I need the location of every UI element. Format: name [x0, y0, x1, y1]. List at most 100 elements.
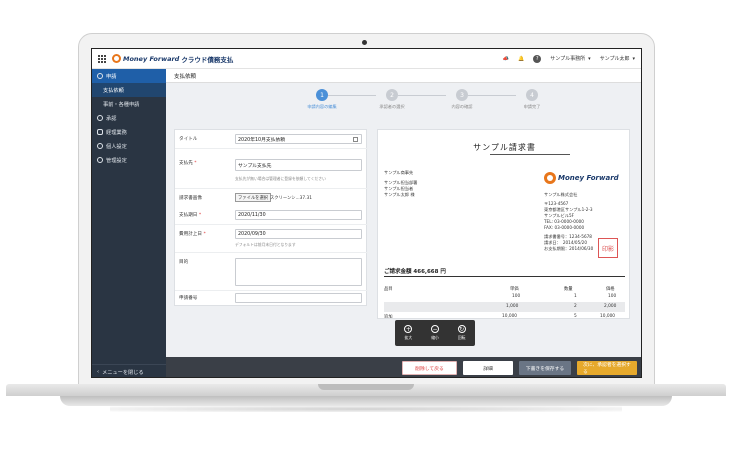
- request-form: タイトル 2020年10月支払依頼 支払先 * サンプル支払先 支払先が無い場合…: [174, 129, 368, 306]
- seal-stamp: 印影: [598, 238, 618, 258]
- zoom-out-label: 縮小: [431, 335, 439, 340]
- step-label: 承認者の選択: [379, 104, 405, 109]
- request-number-label: 申請番号: [179, 296, 198, 301]
- logo-mark-icon: [112, 54, 121, 63]
- invoice-due: お支払期限：2014/06/30: [544, 246, 594, 251]
- sidebar-item-label: 経理業務: [106, 129, 127, 136]
- payee-select[interactable]: サンプル支払先: [235, 159, 362, 171]
- check-circle-icon: [97, 115, 103, 121]
- chevron-down-icon: ▾: [588, 55, 591, 62]
- divider: [175, 224, 368, 225]
- sidebar-item-approval[interactable]: 承認: [92, 111, 166, 125]
- invoice-preview[interactable]: サンプル請求書 サンプル商事先 サンプル担当部署 サンプル担当者 サンプル太郎 …: [377, 129, 630, 319]
- app-grid-icon[interactable]: [98, 54, 106, 63]
- divider: [175, 252, 368, 253]
- next-select-approver-button[interactable]: 次に、承認者を選択する: [577, 361, 637, 375]
- table-row: 100 1 100: [384, 292, 625, 302]
- recipient-company: サンプル商事先: [384, 170, 414, 175]
- sidebar-item-pre-request[interactable]: 事前・各種申請: [92, 97, 166, 111]
- due-date-label: 支払期日 *: [179, 212, 201, 218]
- step-number: 3: [456, 89, 468, 101]
- booking-date-label: 費用計上日 *: [179, 231, 206, 237]
- zoom-toolbar: + 拡大 − 縮小 ↻ 回転: [395, 320, 475, 346]
- table-row: 1,000 2 2,000: [384, 302, 625, 312]
- office-select[interactable]: サンプル事務所 ▾: [550, 55, 591, 63]
- sidebar-item-request[interactable]: 申請: [92, 69, 166, 83]
- zoom-out-icon: −: [430, 325, 439, 333]
- save-draft-button[interactable]: 下書きを保存する: [519, 361, 571, 375]
- step-2: 2 承認者の選択: [362, 89, 422, 110]
- file-select-button[interactable]: ファイルを選択: [235, 193, 272, 202]
- step-label: 内容の確認: [451, 104, 473, 109]
- booking-date-help: デフォルトは前月末日付となります: [235, 242, 296, 247]
- chevron-left-icon: ‹: [97, 369, 100, 375]
- sidebar-item-personal-settings[interactable]: 個人設定: [92, 139, 166, 153]
- row-qty: 2: [574, 304, 577, 309]
- title-input[interactable]: 2020年10月支払依頼: [235, 134, 362, 144]
- chevron-down-icon: ▾: [632, 55, 635, 62]
- row-qty: 5: [574, 314, 577, 319]
- total-underline: [384, 276, 625, 277]
- logo-mark-icon: [544, 172, 556, 184]
- collapse-menu-button[interactable]: ‹ メニューを閉じる: [92, 364, 166, 377]
- sidebar-item-label: 個人設定: [106, 143, 127, 150]
- sidebar-item-payment-request[interactable]: 支払依頼: [92, 83, 166, 97]
- step-label: 申請完了: [523, 104, 541, 109]
- purpose-label: 目的: [179, 260, 189, 265]
- sidebar-item-label: 承認: [106, 115, 117, 122]
- template-icon[interactable]: [353, 137, 358, 142]
- divider: [175, 148, 368, 149]
- sidebar-item-accounting[interactable]: 経理業務: [92, 125, 166, 139]
- camera: [362, 40, 367, 45]
- invoice-logo-text: Money Forward: [558, 174, 619, 182]
- divider: [175, 290, 368, 291]
- booking-date-input[interactable]: 2020/09/30: [235, 229, 362, 239]
- due-date-input[interactable]: 2020/11/30: [235, 210, 362, 220]
- megaphone-icon[interactable]: 📣: [503, 56, 509, 62]
- page-title: 支払依頼: [166, 69, 641, 83]
- detail-button[interactable]: 詳細: [463, 361, 513, 375]
- row-price: 2,000: [604, 304, 617, 309]
- action-bar: 削除して戻る 詳細 下書きを保存する 次に、承認者を選択する: [166, 357, 641, 377]
- delete-and-back-button[interactable]: 削除して戻る: [402, 361, 457, 375]
- divider: [175, 188, 368, 189]
- help-icon[interactable]: ?: [533, 54, 542, 63]
- sidebar-item-admin-settings[interactable]: 管理設定: [92, 153, 166, 167]
- required-mark: *: [198, 213, 202, 218]
- zoom-in-button[interactable]: + 拡大: [404, 325, 413, 341]
- request-number-input[interactable]: [235, 293, 362, 303]
- invoice-total: ご請求金額 466,668 円: [384, 269, 446, 275]
- invoice-title: サンプル請求書: [473, 143, 536, 152]
- logo[interactable]: Money Forward クラウド債務支払: [112, 54, 233, 64]
- laptop-base: [0, 384, 732, 412]
- user-menu[interactable]: サンプル太郎 ▾: [599, 55, 635, 63]
- title-label: タイトル: [179, 137, 198, 142]
- invoice-recipient: サンプル商事先 サンプル担当部署 サンプル担当者 サンプル太郎 様: [384, 170, 417, 198]
- plus-circle-icon: [97, 73, 103, 79]
- zoom-out-button[interactable]: − 縮小: [430, 325, 439, 341]
- base-shadow: [110, 406, 622, 412]
- file-name: スクリーンシ...37.31: [270, 196, 312, 201]
- title-underline: [490, 154, 570, 155]
- rotate-button[interactable]: ↻ 回転: [457, 325, 466, 341]
- invoice-image-label: 請求書画像: [179, 196, 202, 201]
- collapse-menu-label: メニューを閉じる: [102, 369, 144, 376]
- sidebar-item-label: 申請: [106, 73, 117, 80]
- payee-value: サンプル支払先: [238, 163, 272, 169]
- row-price: 100: [608, 294, 617, 299]
- required-mark: *: [194, 161, 197, 166]
- purpose-textarea[interactable]: [235, 258, 362, 286]
- invoice-logo: Money Forward: [544, 172, 619, 184]
- stepper: 1 申請内容の編集 2 承認者の選択 3 内容の確認 4 申請完了: [286, 89, 556, 117]
- document-icon: [97, 129, 103, 135]
- product-name: クラウド債務支払: [181, 55, 234, 64]
- app-screen: Money Forward クラウド債務支払 📣 🔔 ? サンプル事務所 ▾ サン…: [91, 48, 642, 378]
- laptop-lid: Money Forward クラウド債務支払 📣 🔔 ? サンプル事務所 ▾ サン…: [78, 33, 655, 388]
- bell-icon[interactable]: 🔔: [518, 56, 524, 62]
- row-unit-price: 1,000: [506, 304, 519, 309]
- user-name: サンプル太郎: [599, 56, 630, 62]
- rotate-label: 回転: [457, 335, 466, 340]
- rotate-icon: ↻: [457, 325, 466, 333]
- step-number: 2: [386, 89, 398, 101]
- row-item: 追加: [384, 315, 393, 319]
